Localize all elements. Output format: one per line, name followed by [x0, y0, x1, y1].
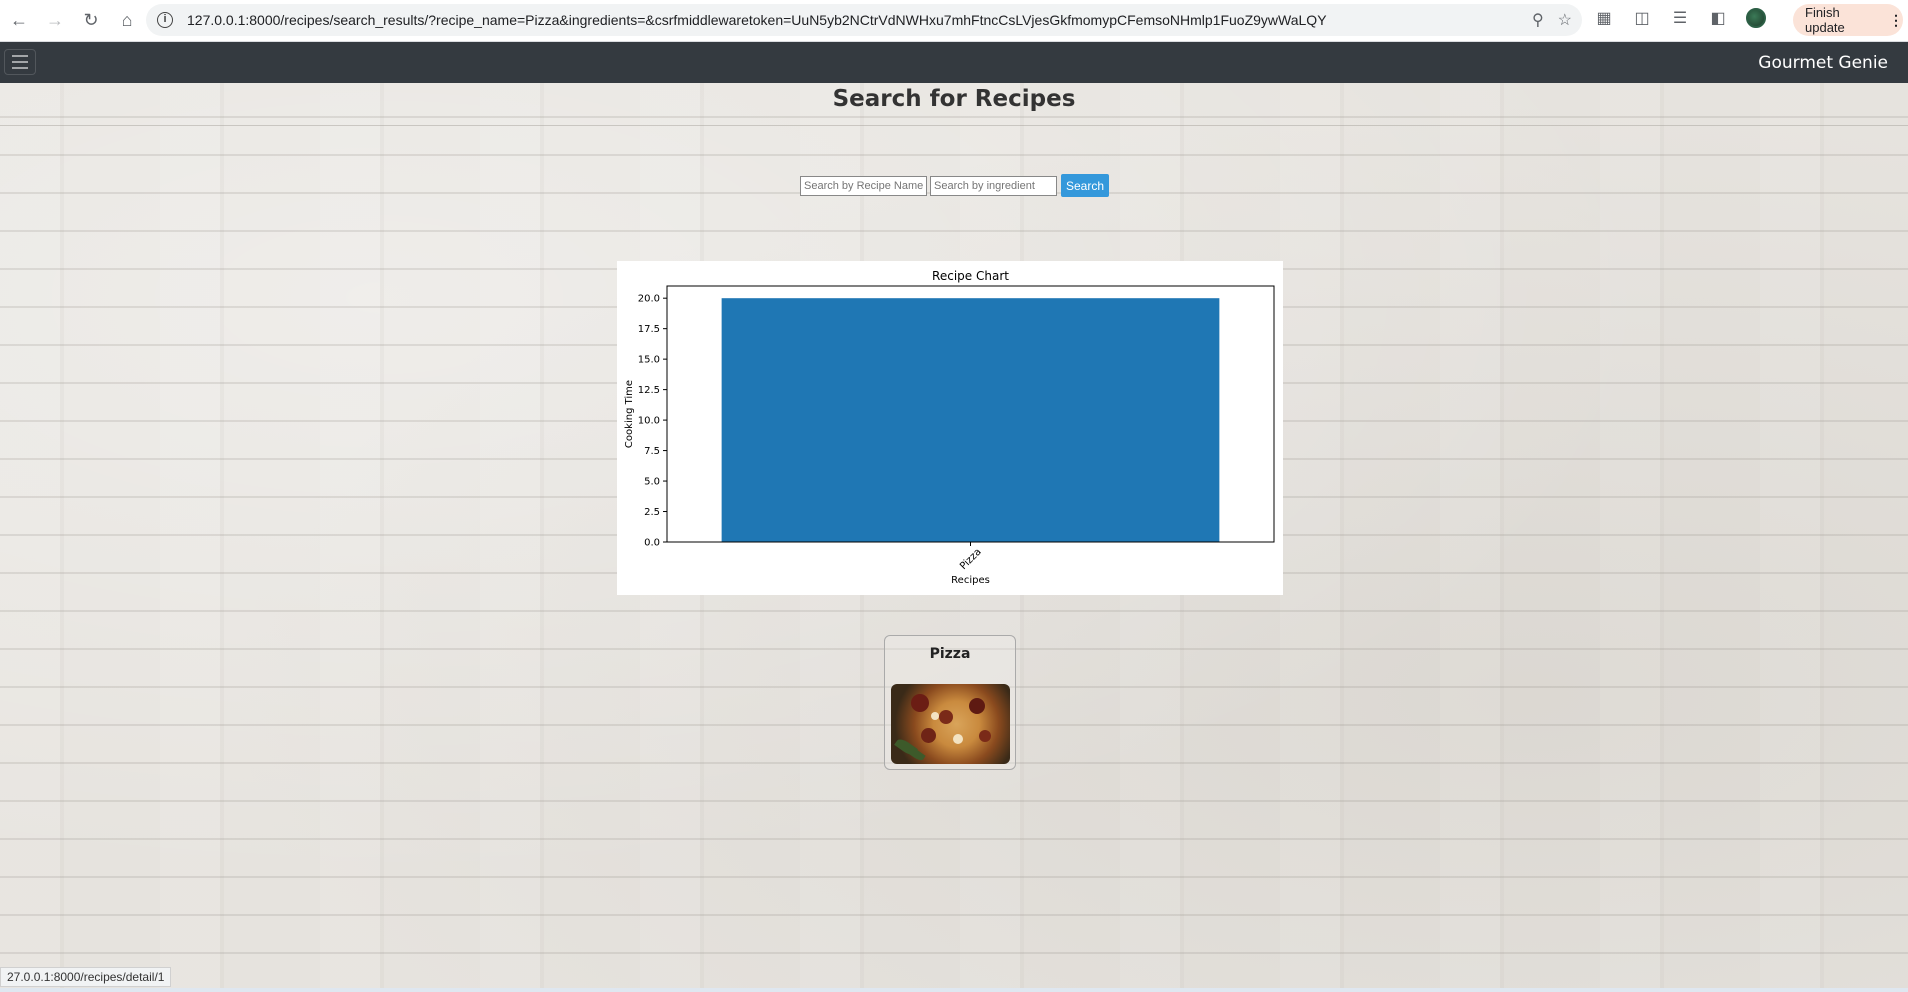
menu-toggle-icon[interactable] [4, 49, 36, 75]
recipe-chart-svg: Recipe Chart Pizza 0.0 2.5 5.0 7.5 10.0 12.5 15.… [624, 269, 1275, 586]
x-tick-label: Pizza [958, 547, 984, 573]
finish-update-label: Finish update [1805, 5, 1845, 35]
app-navbar: Gourmet Genie [0, 42, 1908, 83]
y-tick-label: 5.0 [644, 477, 660, 488]
y-tick-label: 12.5 [638, 385, 660, 396]
y-tick-label: 17.5 [638, 324, 660, 335]
title-divider [0, 125, 1908, 126]
search-button[interactable]: Search [1061, 174, 1110, 197]
reload-icon[interactable]: ↻ [74, 4, 108, 38]
site-info-icon[interactable]: i [157, 12, 173, 28]
extension-icon[interactable]: ▦ [1592, 6, 1616, 30]
side-panel-icon[interactable]: ◧ [1706, 6, 1730, 30]
forward-icon[interactable]: → [38, 4, 72, 38]
home-icon[interactable]: ⌂ [110, 4, 144, 38]
back-icon[interactable]: ← [2, 4, 36, 38]
finish-update-button[interactable]: Finish update ⋮ [1793, 4, 1903, 36]
y-tick-label: 15.0 [638, 355, 660, 366]
y-tick-label: 2.5 [644, 507, 660, 518]
recipe-chart: Recipe Chart Pizza 0.0 2.5 5.0 7.5 10.0 12.5 15.… [617, 261, 1283, 595]
search-form: Search [800, 174, 1110, 197]
address-bar[interactable]: i 127.0.0.1:8000/recipes/search_results/… [146, 4, 1582, 36]
y-tick-label: 20.0 [638, 294, 660, 305]
bookmark-star-icon[interactable]: ☆ [1558, 10, 1572, 30]
page-title: Search for Recipes [832, 86, 1076, 112]
recipe-name-search-input[interactable] [800, 175, 927, 196]
zoom-icon[interactable]: ⚲ [1532, 10, 1544, 30]
y-tick-label: 10.0 [638, 416, 660, 427]
chart-title: Recipe Chart [932, 269, 1009, 283]
ingredient-search-input[interactable] [930, 175, 1057, 196]
media-controls-icon[interactable]: ☰ [1668, 6, 1692, 30]
browser-toolbar: ← → ↻ ⌂ i 127.0.0.1:8000/recipes/search_… [0, 0, 1908, 42]
url-text[interactable]: 127.0.0.1:8000/recipes/search_results/?r… [187, 12, 1327, 28]
extensions-puzzle-icon[interactable]: ◫ [1630, 6, 1654, 30]
window-bottom-edge [0, 988, 1908, 992]
x-axis-label: Recipes [951, 575, 990, 586]
more-menu-icon: ⋮ [1889, 11, 1903, 28]
chart-bar-pizza [721, 298, 1220, 542]
profile-avatar[interactable] [1744, 6, 1768, 30]
recipe-card-title[interactable]: Pizza [885, 646, 1015, 662]
y-tick-label: 0.0 [644, 538, 660, 549]
status-bar-link: 27.0.0.1:8000/recipes/detail/1 [0, 967, 172, 987]
recipe-card[interactable]: Pizza [884, 635, 1016, 770]
y-tick-label: 7.5 [644, 446, 660, 457]
brand-name[interactable]: Gourmet Genie [1758, 53, 1888, 73]
y-axis-label: Cooking Time [624, 380, 635, 448]
recipe-image[interactable] [891, 684, 1010, 764]
